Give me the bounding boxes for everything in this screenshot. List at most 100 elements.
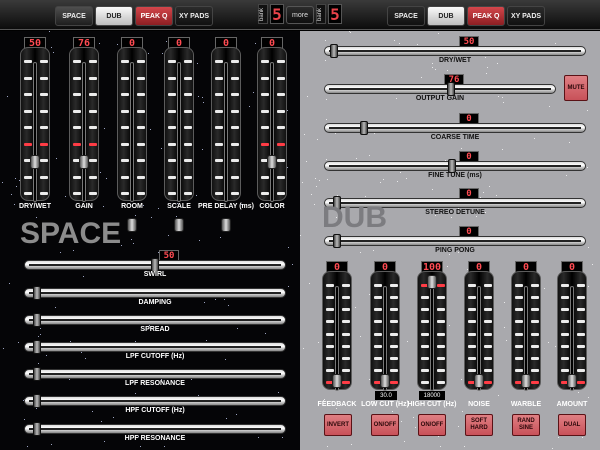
fader-knob[interactable] xyxy=(30,155,40,169)
fader-track[interactable] xyxy=(257,47,287,202)
hfader-lpf-cutoff[interactable]: LPF CUTOFF (Hz) xyxy=(24,332,286,360)
scale-tick xyxy=(484,308,492,312)
scale-tick xyxy=(421,381,429,384)
tab-space[interactable]: SPACE xyxy=(55,6,93,26)
slider-knob[interactable] xyxy=(32,313,41,327)
hfader-fine-tune[interactable]: 0 FINE TUNE (ms) xyxy=(324,151,586,179)
fader-knob[interactable] xyxy=(174,218,184,232)
hfader-lpf-resonance[interactable]: LPF RESONANCE xyxy=(24,359,286,387)
left-bank-selector[interactable]: bank 5 xyxy=(258,4,284,24)
vfader-scale[interactable]: 0 SCALE xyxy=(164,37,194,232)
high-cut-on-off-button[interactable]: ON/OFF xyxy=(418,414,446,436)
fader-knob[interactable] xyxy=(221,218,231,232)
bank-value-display[interactable]: 5 xyxy=(328,4,342,24)
vfader-noise[interactable]: 0 NOISE xyxy=(464,261,494,408)
slider-bar[interactable] xyxy=(324,159,586,173)
star-dot xyxy=(307,95,309,97)
hfader-damping[interactable]: DAMPING xyxy=(24,278,286,306)
tab-dub[interactable]: DUB xyxy=(427,6,465,26)
fader-track[interactable] xyxy=(20,47,50,202)
fader-knob[interactable] xyxy=(267,155,277,169)
bank-value-display[interactable]: 5 xyxy=(270,4,284,24)
slider-bar[interactable] xyxy=(24,422,286,436)
slider-bar[interactable] xyxy=(24,258,286,272)
scale-tick xyxy=(40,109,48,113)
fader-track[interactable] xyxy=(117,47,147,202)
tab-peak-q[interactable]: PEAK Q xyxy=(135,6,173,26)
fader-track[interactable] xyxy=(322,271,352,391)
vfader-gain[interactable]: 76 GAIN xyxy=(69,37,99,217)
fader-knob[interactable] xyxy=(567,374,577,388)
slider-knob[interactable] xyxy=(332,234,341,248)
fader-knob[interactable] xyxy=(127,218,137,232)
fader-track[interactable] xyxy=(511,271,541,391)
slider-bar[interactable] xyxy=(24,286,286,300)
rand-sine-button[interactable]: RAND SINE xyxy=(512,414,540,436)
more-button[interactable]: more xyxy=(286,6,314,24)
right-tab-bar: SPACE DUB PEAK Q XY PADS xyxy=(387,6,545,26)
hfader-output-gain[interactable]: 76 OUTPUT GAIN xyxy=(324,74,556,102)
vfader-color[interactable]: 0 COLOR xyxy=(257,37,287,217)
slider-bar[interactable] xyxy=(24,340,286,354)
slider-bar[interactable] xyxy=(24,313,286,327)
slider-bar[interactable] xyxy=(324,44,586,58)
fader-track[interactable] xyxy=(69,47,99,202)
fader-knob[interactable] xyxy=(380,374,390,388)
vfader-warble[interactable]: 0 WARBLE xyxy=(511,261,541,408)
hfader-hpf-resonance[interactable]: HPF RESONANCE xyxy=(24,414,286,442)
vfader-dry-wet[interactable]: 50 DRY/WET xyxy=(19,37,51,217)
slider-knob[interactable] xyxy=(448,159,457,173)
vfader-amount[interactable]: 0 AMOUNT xyxy=(557,261,587,408)
star-dot xyxy=(501,148,503,150)
fader-knob[interactable] xyxy=(79,155,89,169)
vfader-room[interactable]: 0 ROOM xyxy=(117,37,147,232)
vfader-pre-delay[interactable]: 0 PRE DELAY (ms) xyxy=(198,37,254,232)
slider-bar[interactable] xyxy=(24,367,286,381)
scale-tick xyxy=(468,332,476,336)
fader-knob[interactable] xyxy=(474,374,484,388)
slider-knob[interactable] xyxy=(32,367,41,381)
tab-peak-q[interactable]: PEAK Q xyxy=(467,6,505,26)
slider-knob[interactable] xyxy=(330,44,339,58)
slider-knob[interactable] xyxy=(32,286,41,300)
slider-knob[interactable] xyxy=(447,82,456,96)
tab-xy-pads[interactable]: XY PADS xyxy=(175,6,213,26)
fader-track[interactable] xyxy=(464,271,494,391)
vfader-feedback[interactable]: 0 FEEDBACK xyxy=(318,261,356,408)
slider-knob[interactable] xyxy=(32,422,41,436)
low-cut-on-off-button[interactable]: ON/OFF xyxy=(371,414,399,436)
slider-knob[interactable] xyxy=(151,258,159,272)
soft-hard-button[interactable]: SOFT HARD xyxy=(465,414,493,436)
fader-track[interactable] xyxy=(164,47,194,202)
slider-knob[interactable] xyxy=(360,121,369,135)
hfader-swirl[interactable]: 50 SWIRL xyxy=(24,250,286,278)
slider-bar[interactable] xyxy=(324,234,586,248)
fader-knob[interactable] xyxy=(332,374,342,388)
vfader-low-cut[interactable]: 0 LOW CUT (Hz) xyxy=(361,261,409,408)
invert-button[interactable]: INVERT xyxy=(324,414,352,436)
scale-tick xyxy=(89,126,97,129)
mute-button[interactable]: MUTE xyxy=(564,75,588,101)
hfader-hpf-cutoff[interactable]: HPF CUTOFF (Hz) xyxy=(24,386,286,414)
tab-space[interactable]: SPACE xyxy=(387,6,425,26)
fader-track[interactable] xyxy=(211,47,241,202)
star-dot xyxy=(64,195,66,197)
slider-bar[interactable] xyxy=(324,82,556,96)
vfader-high-cut[interactable]: 100 HIGH CUT (Hz) xyxy=(408,261,457,408)
slider-knob[interactable] xyxy=(32,340,41,354)
fader-track[interactable] xyxy=(557,271,587,391)
tab-dub[interactable]: DUB xyxy=(95,6,133,26)
hfader-dub-dry-wet[interactable]: 50 DRY/WET xyxy=(324,36,586,64)
slider-bar[interactable] xyxy=(24,394,286,408)
right-bank-selector[interactable]: bank 5 xyxy=(316,4,342,24)
fader-knob[interactable] xyxy=(427,275,437,289)
hfader-coarse-time[interactable]: 0 COARSE TIME xyxy=(324,113,586,141)
tab-xy-pads[interactable]: XY PADS xyxy=(507,6,545,26)
slider-bar[interactable] xyxy=(324,121,586,135)
dual-button[interactable]: DUAL xyxy=(558,414,586,436)
fader-track[interactable] xyxy=(370,271,400,391)
scale-tick xyxy=(390,308,398,312)
slider-knob[interactable] xyxy=(32,394,41,408)
hfader-spread[interactable]: SPREAD xyxy=(24,305,286,333)
fader-knob[interactable] xyxy=(521,374,531,388)
